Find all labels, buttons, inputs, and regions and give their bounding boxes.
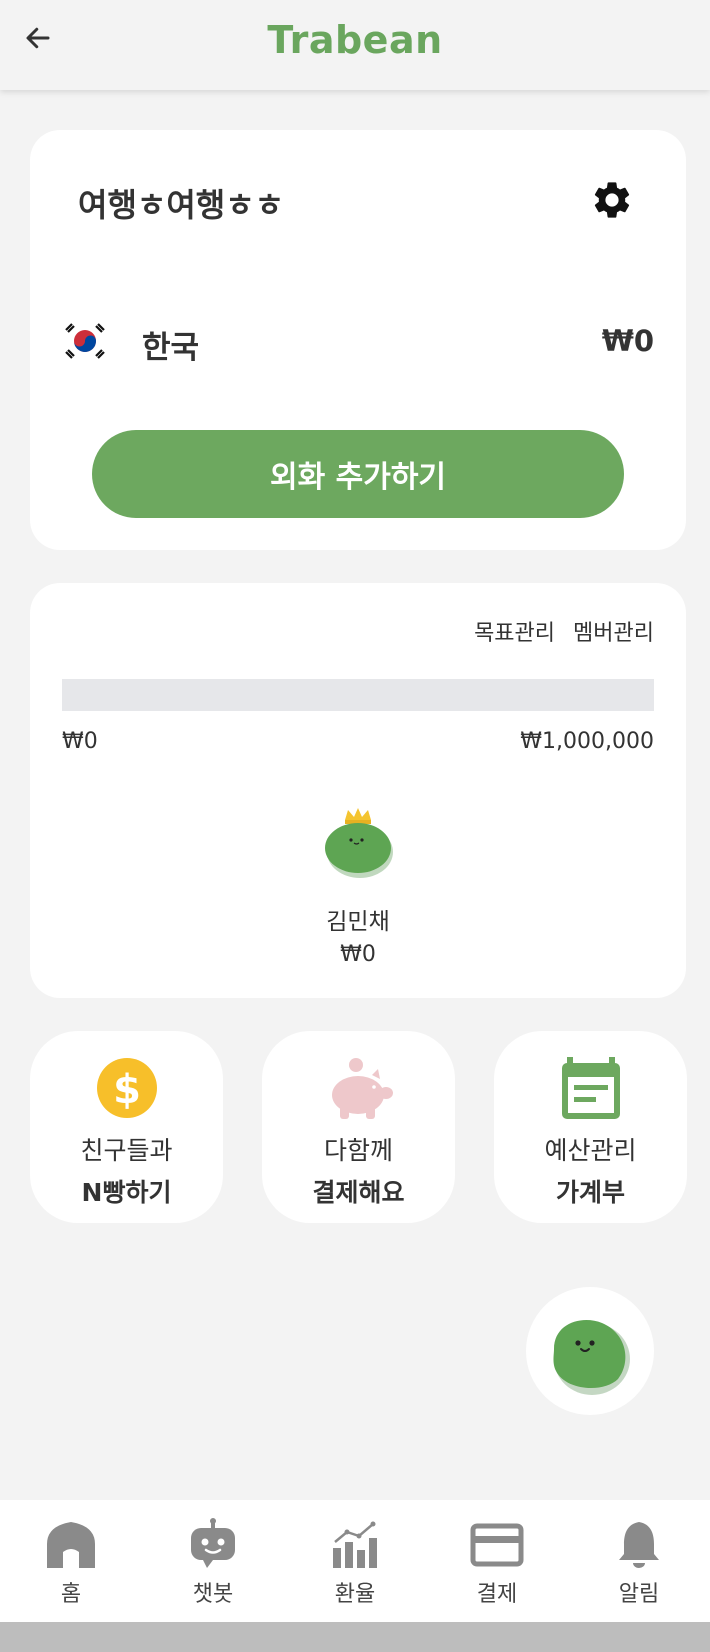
- feature-line1: 친구들과: [80, 1136, 173, 1165]
- nav-notifications[interactable]: 알림: [579, 1500, 699, 1608]
- feature-line2: 가계부: [555, 1178, 625, 1207]
- goal-manage-link[interactable]: 목표관리: [474, 615, 555, 647]
- app-logo: Trabean: [267, 18, 443, 62]
- calendar-icon: [561, 1057, 620, 1119]
- nav-chatbot[interactable]: 챗봇: [153, 1500, 273, 1608]
- goal-card: 목표관리 멤버관리 ₩0 ₩1,000,000 김민채 ₩0: [30, 583, 686, 998]
- piggy-bank-icon: [331, 1058, 393, 1119]
- home-icon: [47, 1522, 95, 1568]
- gear-icon: [594, 182, 630, 218]
- member-item[interactable]: 김민채 ₩0: [270, 808, 446, 967]
- feature-line1: 예산관리: [544, 1136, 637, 1165]
- settings-button[interactable]: [590, 178, 634, 222]
- system-navigation-bar: [0, 1622, 710, 1652]
- chart-icon: [333, 1521, 377, 1568]
- bean-character-icon: [553, 1320, 630, 1395]
- add-currency-button[interactable]: 외화 추가하기: [92, 430, 624, 518]
- group-pay-button[interactable]: 다함께 결제해요: [262, 1031, 455, 1223]
- svg-text:$: $: [113, 1067, 141, 1113]
- card-icon: [470, 1523, 524, 1567]
- dollar-coin-icon: $: [96, 1058, 157, 1118]
- bottom-navigation: 홈 챗봇 환율 결제 알림: [0, 1500, 710, 1622]
- member-name: 김민채: [326, 909, 390, 935]
- back-button[interactable]: [18, 18, 58, 58]
- member-manage-link[interactable]: 멤버관리: [573, 615, 654, 647]
- chatbot-fab[interactable]: [526, 1287, 654, 1415]
- nav-payment[interactable]: 결제: [437, 1500, 557, 1608]
- feature-line1: 다함께: [323, 1136, 393, 1165]
- trip-card: 여행ㅎ여행ㅎㅎ 한국 ₩0 외화 추가하기: [30, 130, 686, 550]
- country-name: 한국: [142, 330, 200, 366]
- bean-avatar-crown-icon: [325, 808, 393, 878]
- robot-icon: [191, 1518, 235, 1568]
- nav-label: 챗봇: [192, 1582, 234, 1607]
- top-app-bar: Trabean: [0, 0, 710, 90]
- budget-book-button[interactable]: 예산관리 가계부: [494, 1031, 687, 1223]
- trip-title: 여행ㅎ여행ㅎㅎ: [78, 186, 285, 224]
- nav-label: 홈: [60, 1582, 82, 1607]
- nav-label: 알림: [618, 1582, 660, 1607]
- nav-label: 결제: [476, 1582, 518, 1607]
- arrow-left-icon: [26, 27, 50, 49]
- goal-min-label: ₩0: [62, 729, 98, 754]
- country-balance: ₩0: [601, 324, 654, 358]
- nav-home[interactable]: 홈: [11, 1500, 131, 1608]
- korea-flag-icon: [65, 323, 105, 359]
- nav-label: 환율: [334, 1582, 376, 1607]
- feature-line2: 결제해요: [312, 1178, 405, 1207]
- nav-exchange-rate[interactable]: 환율: [295, 1500, 415, 1608]
- split-bill-button[interactable]: $ 친구들과 N빵하기: [30, 1031, 223, 1223]
- feature-line2: N빵하기: [81, 1178, 172, 1207]
- bell-icon: [619, 1522, 659, 1568]
- goal-links: 목표관리 멤버관리: [474, 615, 654, 647]
- goal-max-label: ₩1,000,000: [520, 729, 654, 754]
- member-amount: ₩0: [340, 942, 376, 967]
- goal-progress-bar: [62, 679, 654, 711]
